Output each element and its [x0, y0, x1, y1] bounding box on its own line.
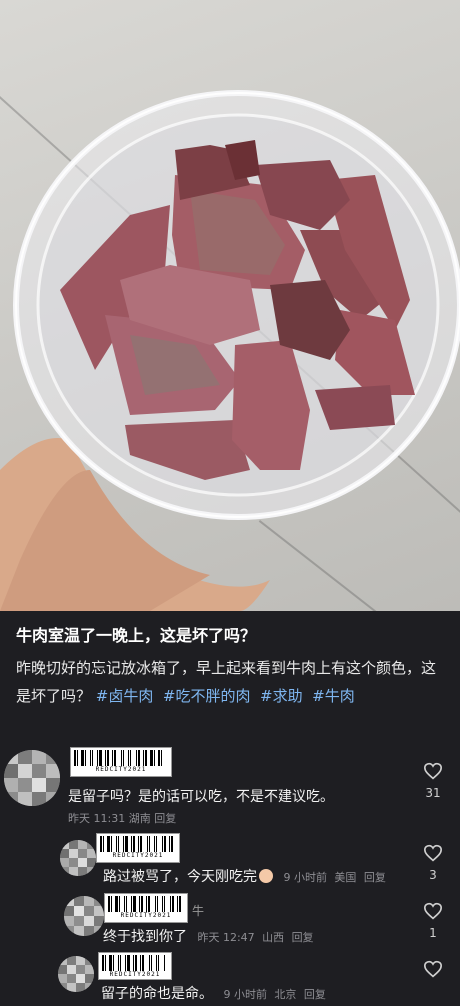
avatar[interactable]: [60, 840, 96, 876]
watermark-barcode: REDCITY2021: [96, 833, 180, 863]
heart-icon: [423, 902, 443, 920]
comment-time: 昨天 12:47: [197, 931, 255, 944]
like-button[interactable]: 31: [421, 762, 445, 800]
heart-icon: [423, 960, 443, 978]
hashtag-link[interactable]: #牛肉: [312, 687, 355, 705]
barcode-bars: [99, 953, 171, 971]
like-button[interactable]: 1: [421, 902, 445, 940]
like-count: 31: [425, 786, 441, 800]
watermark-barcode: REDCITY2021: [98, 952, 172, 980]
comment-body: 终于找到你了: [103, 929, 187, 945]
comment-location: 北京: [274, 988, 297, 1001]
reply-button[interactable]: 回复: [304, 988, 326, 1001]
like-button[interactable]: [421, 960, 445, 978]
reply-button[interactable]: 回复: [364, 871, 386, 884]
emoji-icon: [259, 869, 273, 883]
reply-item: REDCITY2021 留子的命也是命。 9 小时前 北京 回复: [0, 950, 460, 1006]
avatar[interactable]: [64, 896, 104, 936]
heart-icon: [423, 762, 443, 780]
post-content: 牛肉室温了一晚上，这是坏了吗？ 昨晚切好的忘记放冰箱了，早上起来看到牛肉上有这个…: [16, 624, 446, 710]
hashtag-link[interactable]: #吃不胖的肉: [163, 687, 251, 705]
post-body: 昨晚切好的忘记放冰箱了，早上起来看到牛肉上有这个颜色，这是坏了吗？ #卤牛肉 #…: [16, 654, 446, 710]
comment-text: 路过被骂了，今天刚吃完 9 小时前 美国 回复: [103, 866, 386, 886]
watermark-barcode: REDCITY2021: [104, 893, 188, 923]
comment-body: 路过被骂了，今天刚吃完: [103, 869, 257, 885]
post-photo[interactable]: [0, 0, 460, 611]
like-button[interactable]: 3: [421, 844, 445, 882]
reply-button[interactable]: 回复: [154, 812, 176, 825]
comment-meta: 昨天 11:31 湖南 回复: [68, 810, 176, 826]
barcode-bars: [105, 894, 187, 912]
comment-location: 美国: [334, 871, 357, 884]
reply-item: REDCITY2021 牛 终于找到你了 昨天 12:47 山西 回复 1: [0, 890, 460, 946]
comment-time: 昨天 11:31: [68, 812, 126, 825]
comment-text: 终于找到你了 昨天 12:47 山西 回复: [103, 926, 314, 946]
watermark-text: REDCITY2021: [95, 766, 147, 773]
avatar[interactable]: [4, 750, 60, 806]
comment-body: 留子的命也是命。: [101, 986, 213, 1002]
reply-button[interactable]: 回复: [292, 931, 314, 944]
barcode-bars: [97, 834, 179, 852]
like-count: 3: [429, 868, 437, 882]
reply-item: REDCITY2021 路过被骂了，今天刚吃完 9 小时前 美国 回复 3: [0, 830, 460, 890]
heart-icon: [423, 844, 443, 862]
comment-location: 湖南: [128, 812, 151, 825]
watermark-barcode: REDCITY2021: [70, 747, 172, 777]
watermark-text: REDCITY2021: [112, 852, 164, 859]
comment-time: 9 小时前: [283, 871, 327, 884]
comment-location: 山西: [262, 931, 285, 944]
beef-container-illustration: [0, 90, 460, 611]
post-title: 牛肉室温了一晚上，这是坏了吗？: [16, 626, 257, 645]
avatar[interactable]: [58, 956, 94, 992]
hashtag-link[interactable]: #求助: [260, 687, 303, 705]
comment-item: REDCITY2021 是留子吗？是的话可以吃，不是不建议吃。 昨天 11:31…: [0, 744, 460, 828]
hashtag-link[interactable]: #卤牛肉: [96, 687, 154, 705]
comment-text: 留子的命也是命。 9 小时前 北京 回复: [101, 983, 326, 1003]
comment-time: 9 小时前: [223, 988, 267, 1001]
comment-text: 是留子吗？是的话可以吃，不是不建议吃。: [68, 789, 334, 805]
like-count: 1: [429, 926, 437, 940]
comment-author-fragment: 牛: [192, 904, 205, 918]
barcode-bars: [71, 748, 171, 766]
watermark-text: REDCITY2021: [109, 971, 161, 978]
watermark-text: REDCITY2021: [120, 912, 172, 919]
